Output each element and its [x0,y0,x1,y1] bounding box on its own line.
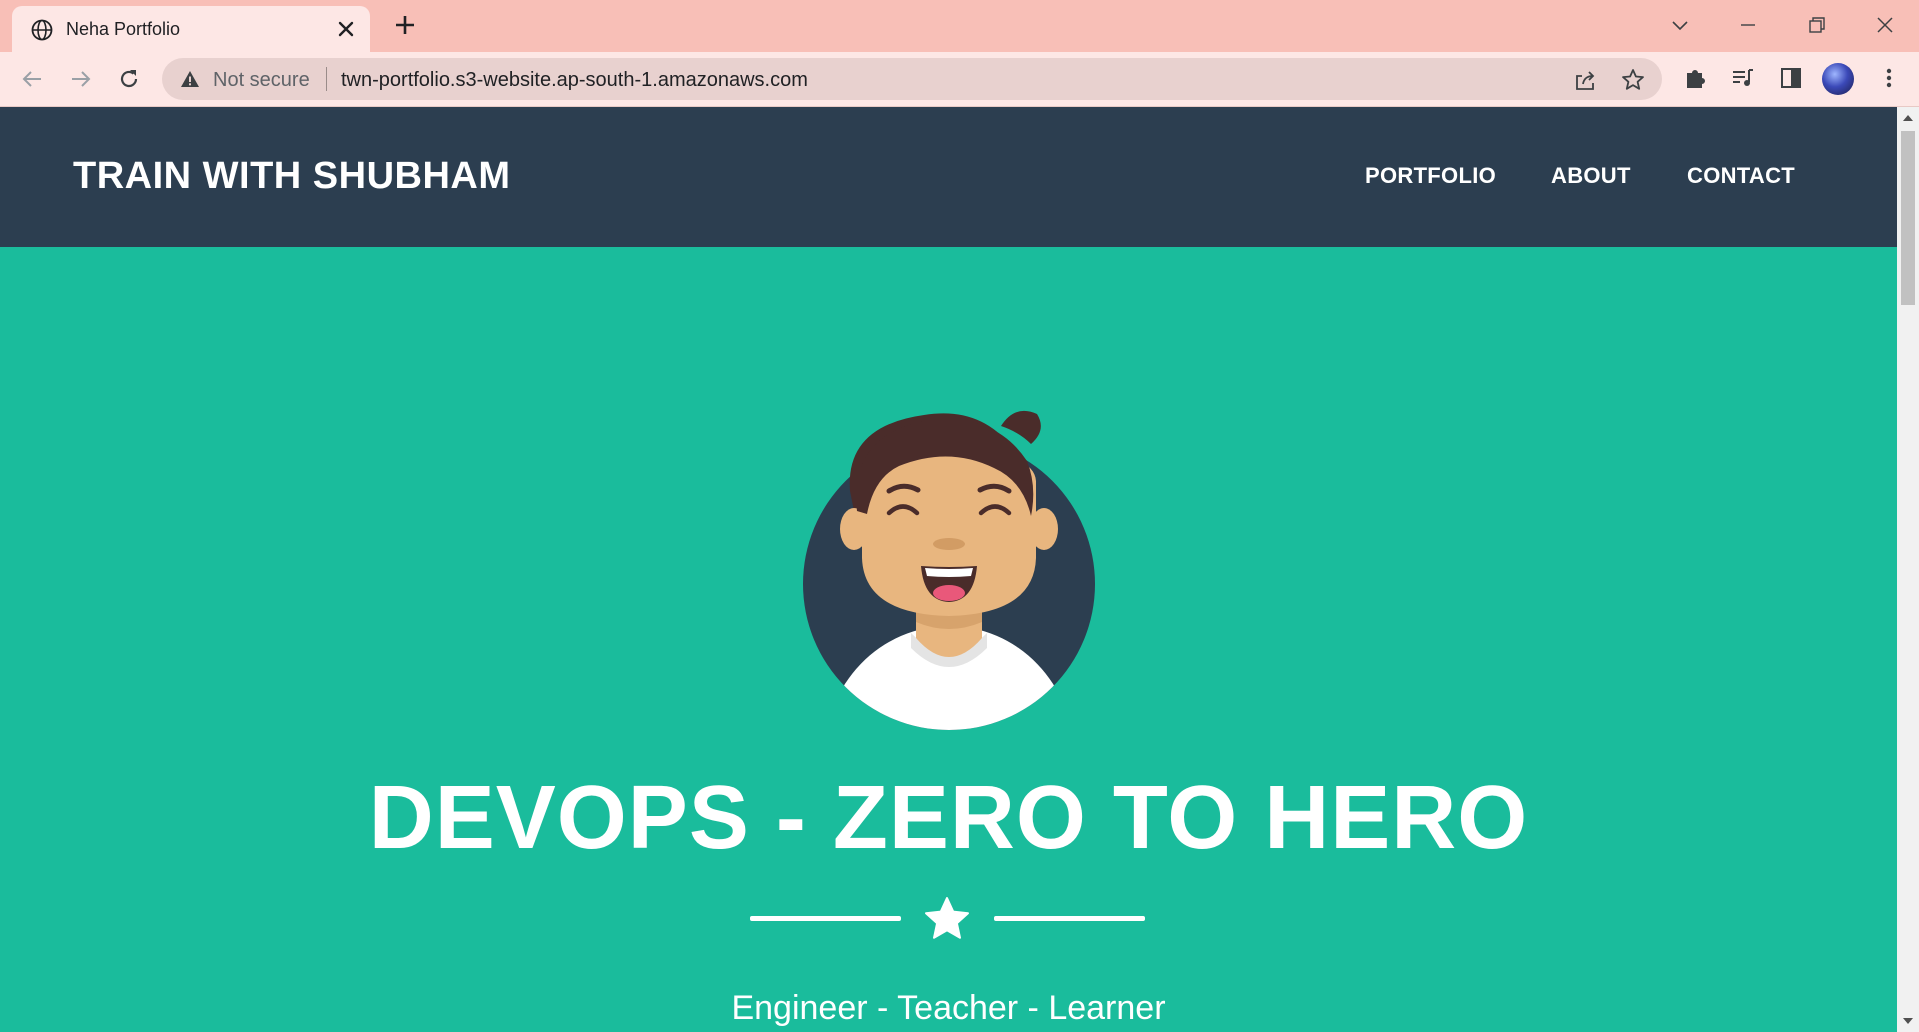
url-text[interactable]: twn-portfolio.s3-website.ap-south-1.amaz… [341,69,808,92]
security-status[interactable]: Not secure [213,69,310,92]
forward-icon[interactable] [66,64,96,94]
share-icon[interactable] [1572,67,1598,93]
omnibox-divider [326,67,327,91]
new-tab-icon[interactable] [393,13,417,37]
scrollbar-thumb[interactable] [1901,131,1915,305]
divider-line-right [994,916,1145,921]
page-viewport: TRAIN WITH SHUBHAM PORTFOLIO ABOUT CONTA… [0,107,1897,1032]
scroll-up-icon[interactable] [1902,113,1914,123]
page-scrollbar[interactable] [1897,107,1919,1032]
reload-icon[interactable] [114,64,144,94]
browser-titlebar: Neha Portfolio [0,0,1919,52]
tab-title: Neha Portfolio [66,19,181,39]
nav-link-portfolio[interactable]: PORTFOLIO [1365,163,1496,189]
browser-toolbar: Not secure twn-portfolio.s3-website.ap-s… [0,52,1919,107]
minimize-icon[interactable] [1733,10,1763,40]
nav-link-contact[interactable]: CONTACT [1687,163,1795,189]
side-panel-icon[interactable] [1777,64,1805,92]
browser-tab[interactable]: Neha Portfolio [12,6,370,52]
address-bar[interactable]: Not secure twn-portfolio.s3-website.ap-s… [162,58,1662,100]
warning-icon [181,71,199,87]
star-icon [925,897,969,939]
profile-illustration [803,410,1095,730]
extensions-icon[interactable] [1682,64,1710,92]
close-icon[interactable] [336,19,356,39]
profile-avatar[interactable] [1822,63,1854,95]
site-brand[interactable]: TRAIN WITH SHUBHAM [73,155,511,198]
scroll-down-icon[interactable] [1902,1016,1914,1026]
hero-title: DEVOPS - ZERO TO HERO [368,768,1529,868]
globe-icon [31,19,53,41]
hero-subtitle: Engineer - Teacher - Learner [731,989,1166,1027]
more-menu-icon[interactable] [1875,64,1903,92]
bookmark-star-icon[interactable] [1620,67,1646,93]
nav-link-about[interactable]: ABOUT [1551,163,1631,189]
site-navbar: TRAIN WITH SHUBHAM PORTFOLIO ABOUT CONTA… [0,107,1897,247]
divider-line-left [750,916,901,921]
window-close-icon[interactable] [1870,10,1900,40]
chevron-down-icon[interactable] [1665,10,1695,40]
restore-icon[interactable] [1802,10,1832,40]
back-icon[interactable] [17,64,47,94]
media-controls-icon[interactable] [1729,64,1757,92]
